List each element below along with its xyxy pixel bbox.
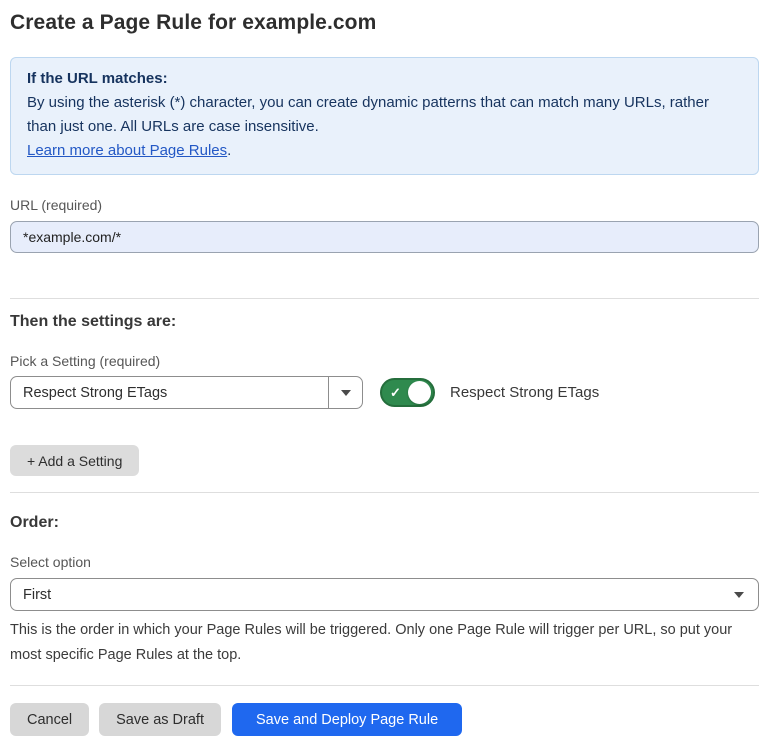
cancel-button[interactable]: Cancel <box>10 703 89 736</box>
divider <box>10 298 759 299</box>
setting-row: Respect Strong ETags ✓ Respect Strong ET… <box>10 376 759 409</box>
order-select-label: Select option <box>10 554 759 570</box>
divider <box>10 685 759 686</box>
toggle-knob <box>408 381 431 404</box>
etags-toggle[interactable]: ✓ <box>380 378 435 407</box>
check-icon: ✓ <box>390 386 401 399</box>
add-setting-button[interactable]: + Add a Setting <box>10 445 139 476</box>
link-period: . <box>227 142 231 159</box>
footer-actions: Cancel Save as Draft Save and Deploy Pag… <box>10 703 759 736</box>
save-deploy-button[interactable]: Save and Deploy Page Rule <box>232 703 462 736</box>
chevron-down-icon <box>734 592 744 598</box>
divider <box>10 492 759 493</box>
pick-setting-label: Pick a Setting (required) <box>10 353 759 369</box>
order-section-heading: Order: <box>10 514 759 532</box>
url-input[interactable] <box>10 221 759 253</box>
url-field-label: URL (required) <box>10 197 759 213</box>
page-title: Create a Page Rule for example.com <box>10 11 759 35</box>
info-box-body: By using the asterisk (*) character, you… <box>27 91 742 139</box>
url-match-info-box: If the URL matches: By using the asteris… <box>10 57 759 175</box>
page-rule-form: Create a Page Rule for example.com If th… <box>0 11 769 736</box>
setting-select-arrow-box[interactable] <box>328 377 362 408</box>
setting-select[interactable]: Respect Strong ETags <box>10 376 363 409</box>
order-select-value: First <box>11 587 734 603</box>
order-help-text: This is the order in which your Page Rul… <box>10 618 759 668</box>
order-select-arrow <box>734 592 758 598</box>
toggle-label: Respect Strong ETags <box>450 384 599 401</box>
setting-select-value: Respect Strong ETags <box>11 385 328 401</box>
order-select[interactable]: First <box>10 578 759 611</box>
save-draft-button[interactable]: Save as Draft <box>99 703 221 736</box>
chevron-down-icon <box>341 390 351 396</box>
info-box-heading: If the URL matches: <box>27 67 742 91</box>
settings-section-heading: Then the settings are: <box>10 313 759 331</box>
info-box-link-line: Learn more about Page Rules. <box>27 139 742 163</box>
learn-more-link[interactable]: Learn more about Page Rules <box>27 142 227 159</box>
